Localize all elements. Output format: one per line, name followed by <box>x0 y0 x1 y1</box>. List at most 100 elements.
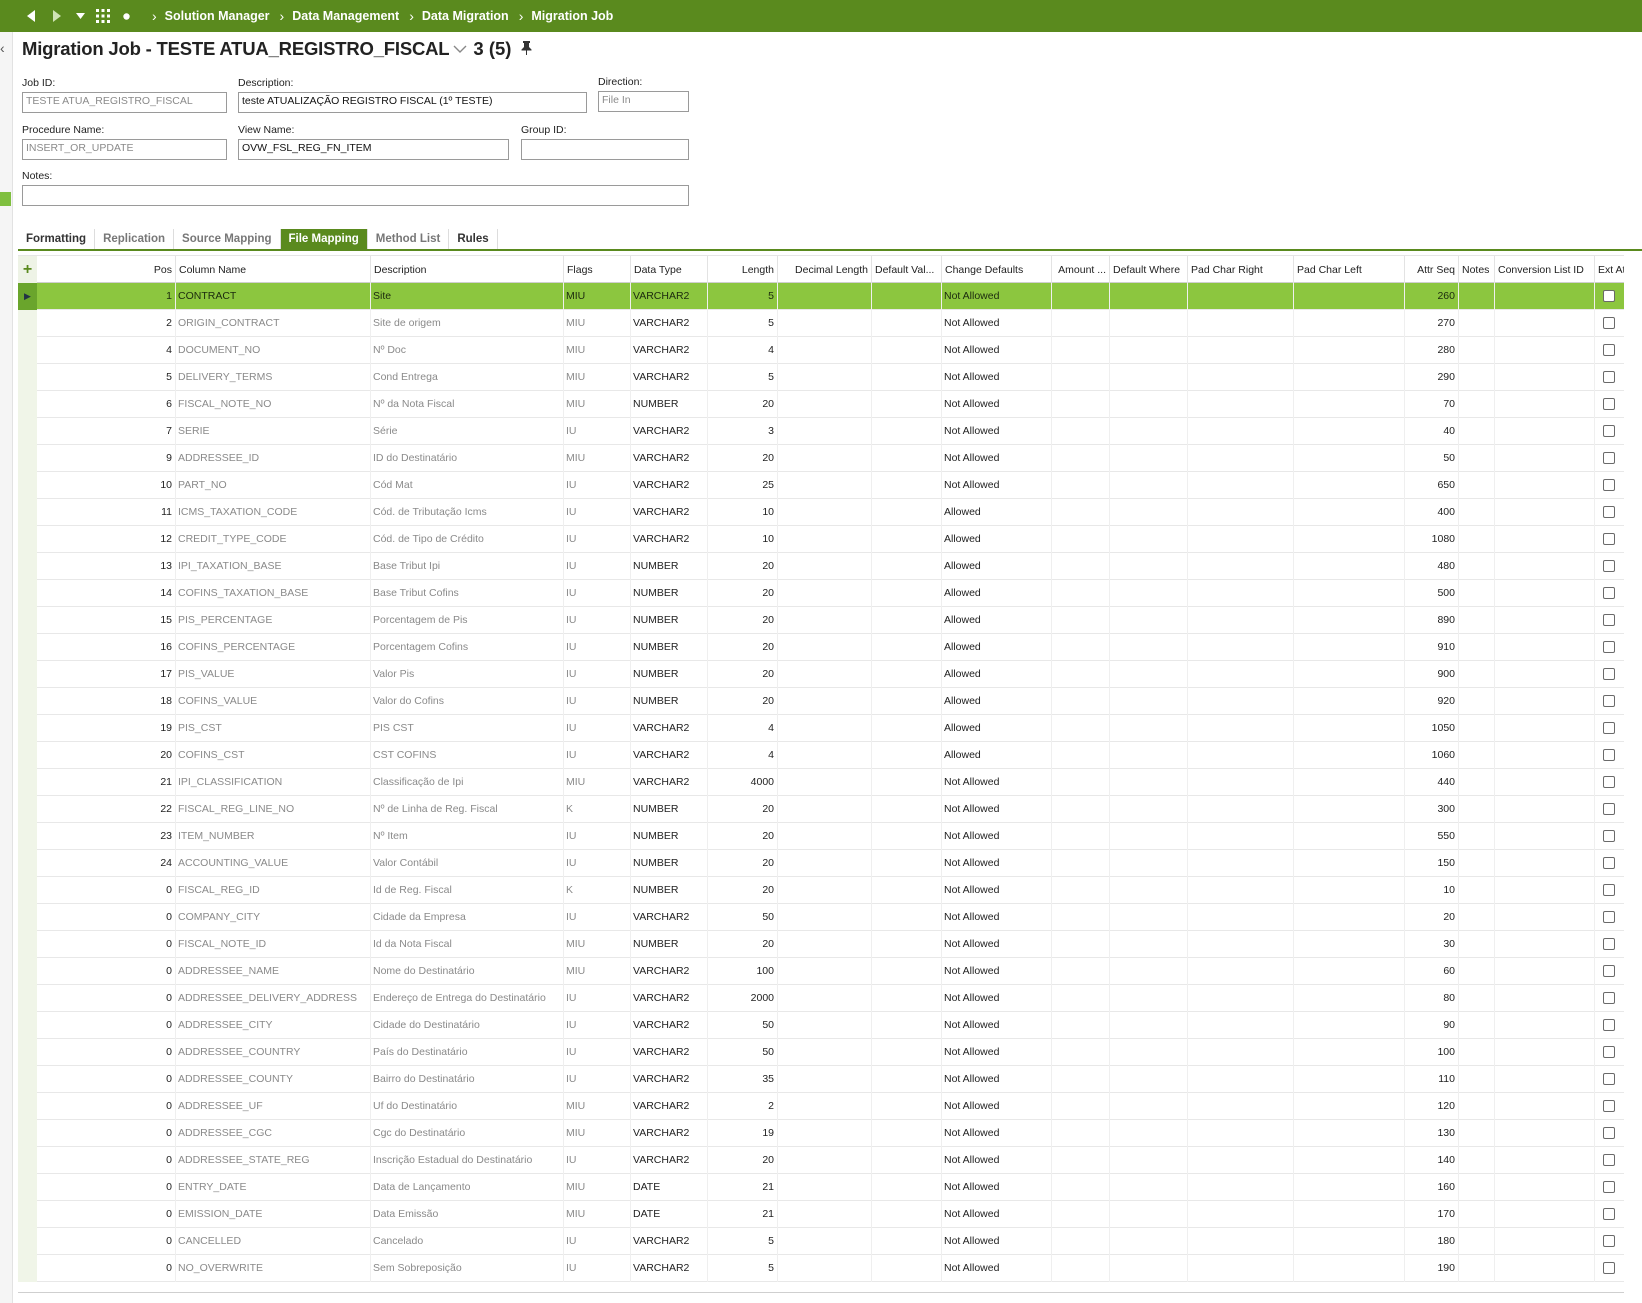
row-selector[interactable] <box>18 769 37 796</box>
pin-icon[interactable] <box>521 40 532 58</box>
cell-pos[interactable]: 0 <box>38 1147 175 1174</box>
cell-attr-seq[interactable]: 160 <box>1404 1174 1458 1201</box>
cell-length[interactable]: 20 <box>707 445 777 472</box>
table-row[interactable]: 18 COFINS_VALUE Valor do Cofins IU NUMBER 20 A… <box>18 688 1624 715</box>
cell-length[interactable]: 50 <box>707 904 777 931</box>
ext-attr-checkbox[interactable] <box>1603 938 1615 950</box>
ext-attr-checkbox[interactable] <box>1603 857 1615 869</box>
row-selector[interactable] <box>18 985 37 1012</box>
cell-pos[interactable]: 19 <box>38 715 175 742</box>
row-selector[interactable] <box>18 850 37 877</box>
cell-pos[interactable]: 17 <box>38 661 175 688</box>
ext-attr-checkbox[interactable] <box>1603 965 1615 977</box>
cell-pos[interactable]: 18 <box>38 688 175 715</box>
table-row[interactable]: 0 FISCAL_NOTE_ID Id da Nota Fiscal MIU NUMBE… <box>18 931 1624 958</box>
row-selector[interactable] <box>18 310 37 337</box>
cell-pos[interactable]: 1 <box>38 283 175 310</box>
cell-data-type[interactable]: NUMBER <box>630 877 707 904</box>
cell-data-type[interactable]: VARCHAR2 <box>630 283 707 310</box>
cell-attr-seq[interactable]: 550 <box>1404 823 1458 850</box>
row-selector[interactable] <box>18 1066 37 1093</box>
cell-flags[interactable]: IU <box>563 1255 630 1282</box>
cell-data-type[interactable]: VARCHAR2 <box>630 445 707 472</box>
cell-description[interactable]: Cód. de Tributação Icms <box>370 499 563 526</box>
cell-flags[interactable]: IU <box>563 634 630 661</box>
cell-change-defaults[interactable]: Allowed <box>941 499 1051 526</box>
cell-data-type[interactable]: NUMBER <box>630 607 707 634</box>
cell-column-name[interactable]: CONTRACT <box>175 283 370 310</box>
cell-data-type[interactable]: VARCHAR2 <box>630 418 707 445</box>
cell-attr-seq[interactable]: 920 <box>1404 688 1458 715</box>
cell-change-defaults[interactable]: Not Allowed <box>941 1255 1051 1282</box>
cell-length[interactable]: 10 <box>707 499 777 526</box>
cell-change-defaults[interactable]: Not Allowed <box>941 1012 1051 1039</box>
cell-attr-seq[interactable]: 120 <box>1404 1093 1458 1120</box>
cell-attr-seq[interactable]: 150 <box>1404 850 1458 877</box>
cell-column-name[interactable]: IPI_CLASSIFICATION <box>175 769 370 796</box>
cell-column-name[interactable]: PIS_PERCENTAGE <box>175 607 370 634</box>
cell-description[interactable]: Cond Entrega <box>370 364 563 391</box>
cell-pos[interactable]: 13 <box>38 553 175 580</box>
collapse-panel-icon[interactable]: ‹ <box>0 40 5 56</box>
table-row[interactable]: 0 CANCELLED Cancelado IU VARCHAR2 5 Not Allowe… <box>18 1228 1624 1255</box>
cell-length[interactable]: 5 <box>707 310 777 337</box>
cell-data-type[interactable]: VARCHAR2 <box>630 904 707 931</box>
row-selector[interactable] <box>18 796 37 823</box>
cell-column-name[interactable]: ADDRESSEE_COUNTY <box>175 1066 370 1093</box>
cell-column-name[interactable]: COFINS_VALUE <box>175 688 370 715</box>
cell-pos[interactable]: 2 <box>38 310 175 337</box>
cell-pos[interactable]: 11 <box>38 499 175 526</box>
cell-data-type[interactable]: VARCHAR2 <box>630 526 707 553</box>
header-ext-attr[interactable]: Ext Attr <box>1594 256 1624 284</box>
ext-attr-checkbox[interactable] <box>1603 506 1615 518</box>
cell-column-name[interactable]: ADDRESSEE_ID <box>175 445 370 472</box>
row-selector[interactable] <box>18 742 37 769</box>
cell-column-name[interactable]: DELIVERY_TERMS <box>175 364 370 391</box>
row-selector[interactable] <box>18 1147 37 1174</box>
ext-attr-checkbox[interactable] <box>1603 641 1615 653</box>
cell-length[interactable]: 5 <box>707 1228 777 1255</box>
ext-attr-checkbox[interactable] <box>1603 884 1615 896</box>
cell-flags[interactable]: IU <box>563 985 630 1012</box>
cell-attr-seq[interactable]: 260 <box>1404 283 1458 310</box>
cell-data-type[interactable]: NUMBER <box>630 634 707 661</box>
cell-attr-seq[interactable]: 900 <box>1404 661 1458 688</box>
cell-column-name[interactable]: ADDRESSEE_COUNTRY <box>175 1039 370 1066</box>
cell-length[interactable]: 5 <box>707 1255 777 1282</box>
cell-change-defaults[interactable]: Not Allowed <box>941 418 1051 445</box>
cell-change-defaults[interactable]: Allowed <box>941 607 1051 634</box>
ext-attr-checkbox[interactable] <box>1603 1208 1615 1220</box>
cell-attr-seq[interactable]: 1050 <box>1404 715 1458 742</box>
cell-length[interactable]: 2 <box>707 1093 777 1120</box>
table-row[interactable]: 2 ORIGIN_CONTRACT Site de origem MIU VARCHAR… <box>18 310 1624 337</box>
cell-attr-seq[interactable]: 300 <box>1404 796 1458 823</box>
cell-pos[interactable]: 14 <box>38 580 175 607</box>
home-dot-icon[interactable] <box>116 0 136 32</box>
cell-description[interactable]: Porcentagem de Pis <box>370 607 563 634</box>
table-row[interactable]: 13 IPI_TAXATION_BASE Base Tribut Ipi IU NUMB… <box>18 553 1624 580</box>
cell-pos[interactable]: 6 <box>38 391 175 418</box>
table-row[interactable]: 0 FISCAL_REG_ID Id de Reg. Fiscal K NUMBER 20… <box>18 877 1624 904</box>
cell-column-name[interactable]: DOCUMENT_NO <box>175 337 370 364</box>
cell-description[interactable]: Nº da Nota Fiscal <box>370 391 563 418</box>
ext-attr-checkbox[interactable] <box>1603 290 1615 302</box>
ext-attr-checkbox[interactable] <box>1603 695 1615 707</box>
cell-column-name[interactable]: COFINS_CST <box>175 742 370 769</box>
direction-input[interactable]: File In <box>598 91 689 112</box>
row-selector[interactable] <box>18 661 37 688</box>
cell-flags[interactable]: K <box>563 877 630 904</box>
cell-column-name[interactable]: PIS_VALUE <box>175 661 370 688</box>
header-decimal-length[interactable]: Decimal Length <box>777 256 871 284</box>
cell-description[interactable]: Porcentagem Cofins <box>370 634 563 661</box>
cell-length[interactable]: 50 <box>707 1039 777 1066</box>
cell-attr-seq[interactable]: 890 <box>1404 607 1458 634</box>
cell-change-defaults[interactable]: Not Allowed <box>941 364 1051 391</box>
cell-description[interactable]: Id da Nota Fiscal <box>370 931 563 958</box>
ext-attr-checkbox[interactable] <box>1603 1154 1615 1166</box>
cell-pos[interactable]: 15 <box>38 607 175 634</box>
cell-column-name[interactable]: ITEM_NUMBER <box>175 823 370 850</box>
cell-column-name[interactable]: FISCAL_NOTE_ID <box>175 931 370 958</box>
cell-data-type[interactable]: NUMBER <box>630 796 707 823</box>
cell-flags[interactable]: IU <box>563 688 630 715</box>
cell-length[interactable]: 20 <box>707 850 777 877</box>
